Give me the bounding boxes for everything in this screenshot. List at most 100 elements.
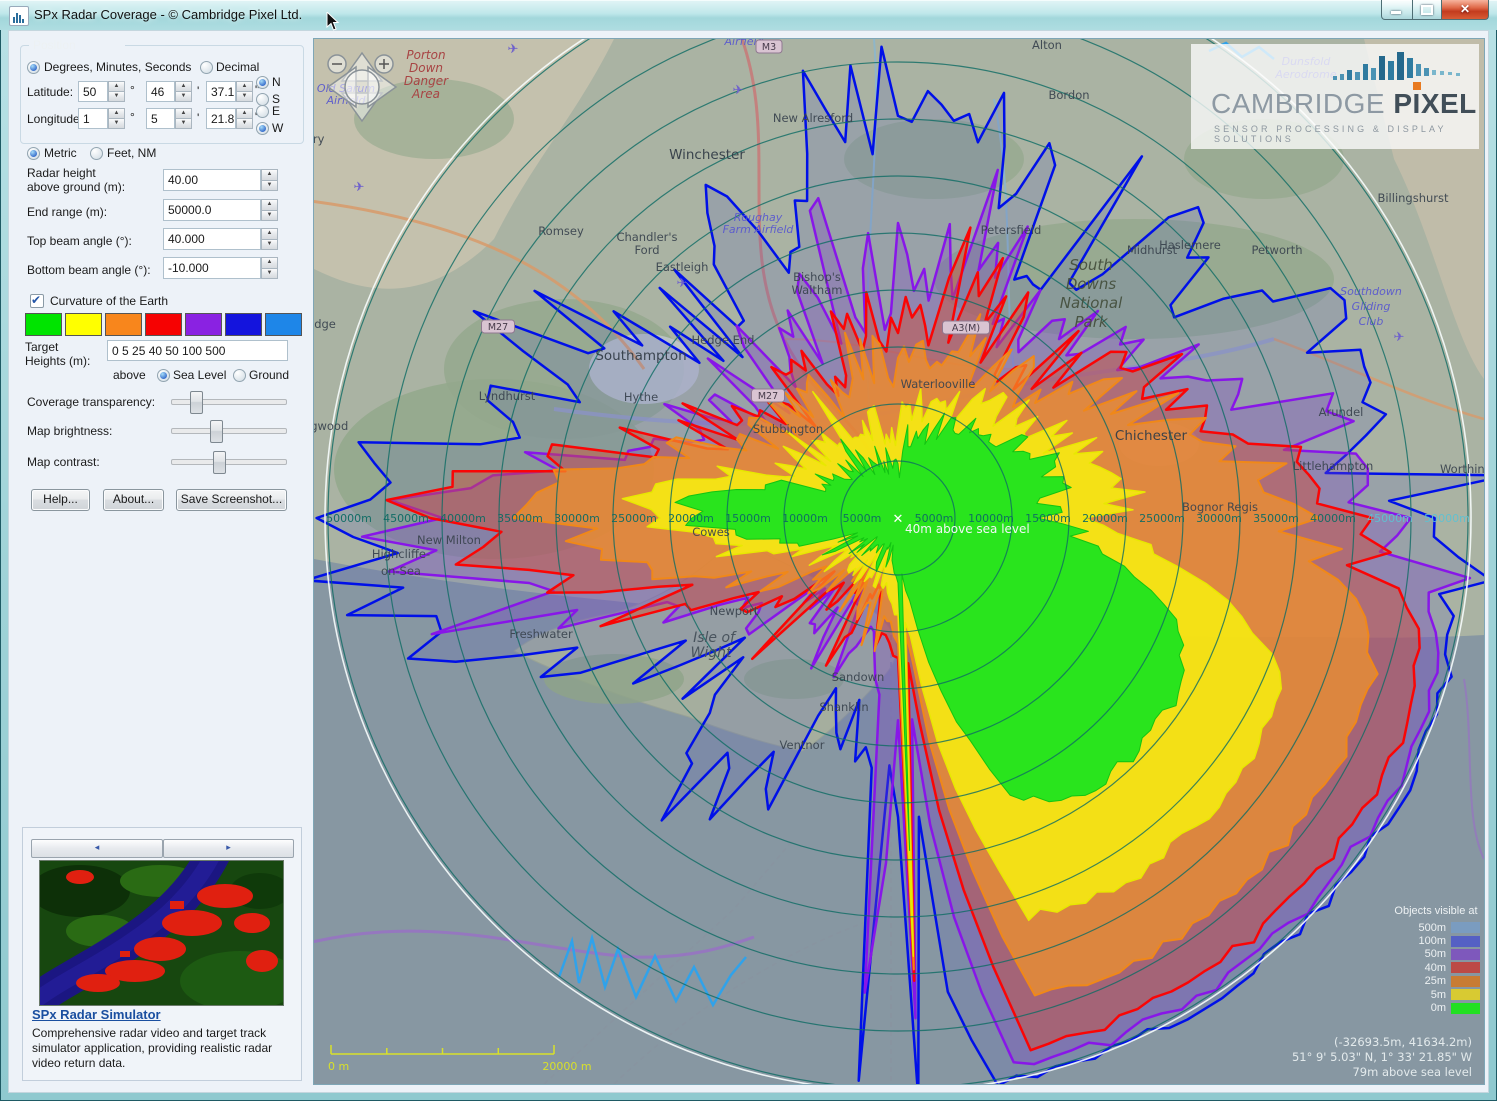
longitude-deg-spinner[interactable]: ▲▼ <box>108 108 125 129</box>
about-button[interactable]: About... <box>103 489 164 511</box>
sea-level-radio[interactable] <box>157 369 170 382</box>
range-ring-label: 20000m <box>668 512 714 525</box>
top-beam-label: Top beam angle (°): <box>27 234 132 248</box>
sea-level-label[interactable]: Sea Level <box>173 368 226 382</box>
top-beam-spinner[interactable]: ▲▼ <box>261 228 278 250</box>
end-range-spinner[interactable]: ▲▼ <box>261 199 278 221</box>
range-ring-label: 15000m <box>725 512 771 525</box>
map-place-label: Club <box>1359 315 1384 328</box>
ground-label[interactable]: Ground <box>249 368 289 382</box>
save-screenshot-button[interactable]: Save Screenshot... <box>176 489 287 511</box>
map-place-label: Wight <box>691 645 732 661</box>
coverage-transparency-label: Coverage transparency: <box>27 395 155 409</box>
slider-thumb[interactable] <box>210 420 223 443</box>
close-button[interactable] <box>1442 0 1489 20</box>
app-window: SPx Radar Coverage - © Cambridge Pixel L… <box>0 0 1497 1101</box>
map-place-label: Porton <box>406 48 445 62</box>
color-swatch[interactable] <box>225 313 262 336</box>
range-ring-label: 25000m <box>611 512 657 525</box>
maximize-button[interactable] <box>1413 0 1442 20</box>
promo-next-button[interactable]: ▸ <box>163 839 294 858</box>
radar-coverage-map[interactable]: 5000m10000m15000m20000m25000m30000m35000… <box>314 39 1484 1084</box>
coverage-transparency-slider[interactable] <box>171 399 287 405</box>
map-place-label: Ringwood <box>314 419 348 433</box>
radar-height-input[interactable]: 40.00 <box>163 169 261 191</box>
help-button[interactable]: Help... <box>31 489 90 511</box>
position-legend: Position <box>29 38 125 52</box>
map-place-label: Hythe <box>624 390 658 404</box>
color-swatch[interactable] <box>25 313 62 336</box>
color-swatch[interactable] <box>65 313 102 336</box>
dms-label[interactable]: Degrees, Minutes, Seconds <box>44 60 191 74</box>
map-place-label: Lyndhurst <box>479 389 536 403</box>
range-ring-label: 40000m <box>1310 512 1356 525</box>
bottom-beam-input[interactable]: -10.000 <box>163 257 261 279</box>
ground-radio[interactable] <box>233 369 246 382</box>
color-swatch[interactable] <box>265 313 302 336</box>
map-contrast-slider[interactable] <box>171 459 287 465</box>
longitude-sec-spinner[interactable]: ▲▼ <box>236 108 253 129</box>
map-place-label: Romsey <box>538 224 584 238</box>
west-label[interactable]: W <box>272 121 283 135</box>
map-viewport[interactable]: 5000m10000m15000m20000m25000m30000m35000… <box>313 38 1485 1085</box>
longitude-sec-input[interactable]: 21.8 <box>206 108 236 129</box>
latitude-sec-spinner[interactable]: ▲▼ <box>236 81 253 102</box>
latitude-min-input[interactable]: 46 <box>146 81 175 102</box>
color-swatch[interactable] <box>185 313 222 336</box>
map-place-label: Waterlooville <box>901 377 976 391</box>
feet-nm-radio[interactable] <box>90 147 103 160</box>
promo-thumbnail <box>39 860 284 1006</box>
map-place-label: Freshwater <box>509 627 573 641</box>
radar-height-spinner[interactable]: ▲▼ <box>261 169 278 191</box>
north-label[interactable]: N <box>272 75 281 89</box>
metric-radio[interactable] <box>27 147 40 160</box>
latitude-sec-input[interactable]: 37.1 <box>206 81 236 102</box>
metric-label[interactable]: Metric <box>44 146 77 160</box>
east-radio[interactable] <box>256 105 269 118</box>
curvature-label[interactable]: Curvature of the Earth <box>50 294 168 308</box>
spx-simulator-link[interactable]: SPx Radar Simulator <box>32 1007 161 1022</box>
target-heights-input[interactable]: 0 5 25 40 50 100 500 <box>107 340 288 361</box>
map-place-label: Gliding <box>1352 300 1391 313</box>
latitude-min-spinner[interactable]: ▲▼ <box>175 81 192 102</box>
decimal-label[interactable]: Decimal <box>216 60 259 74</box>
scale-left-label: 0 m <box>328 1060 349 1073</box>
range-ring-label: 35000m <box>1253 512 1299 525</box>
map-place-label: Highcliffe- <box>372 547 430 561</box>
bottom-beam-spinner[interactable]: ▲▼ <box>261 257 278 279</box>
longitude-min-input[interactable]: 5 <box>146 108 175 129</box>
slider-thumb[interactable] <box>190 391 203 414</box>
top-beam-input[interactable]: 40.000 <box>163 228 261 250</box>
latitude-deg-spinner[interactable]: ▲▼ <box>108 81 125 102</box>
color-swatch[interactable] <box>145 313 182 336</box>
minimize-button[interactable] <box>1381 0 1413 20</box>
airport-icon: ✈ <box>508 42 519 57</box>
latitude-label: Latitude: <box>27 85 73 99</box>
visibility-legend: Objects visible at 500m100m50m40m25m5m0m <box>1392 905 1480 1015</box>
slider-thumb[interactable] <box>213 451 226 474</box>
dms-radio[interactable] <box>27 61 40 74</box>
color-swatch[interactable] <box>105 313 142 336</box>
map-brightness-slider[interactable] <box>171 428 287 434</box>
north-radio[interactable] <box>256 76 269 89</box>
feet-nm-label[interactable]: Feet, NM <box>107 146 156 160</box>
longitude-deg-input[interactable]: 1 <box>78 108 108 129</box>
longitude-min-spinner[interactable]: ▲▼ <box>175 108 192 129</box>
map-place-label: Ventnor <box>780 738 825 752</box>
end-range-input[interactable]: 50000.0 <box>163 199 261 221</box>
curvature-checkbox[interactable] <box>30 294 44 308</box>
radar-height-label: Radar height above ground (m): <box>27 166 125 194</box>
pan-center[interactable] <box>345 70 379 104</box>
scale-right-label: 20000 m <box>542 1060 591 1073</box>
map-place-label: Petworth <box>1251 243 1302 257</box>
target-heights-label: Target Heights (m): <box>25 340 90 368</box>
title-bar[interactable]: SPx Radar Coverage - © Cambridge Pixel L… <box>0 0 1497 30</box>
latitude-deg-input[interactable]: 50 <box>78 81 108 102</box>
map-place-label: Southampton <box>595 348 686 364</box>
west-radio[interactable] <box>256 122 269 135</box>
map-place-label: New Alresford <box>773 111 853 125</box>
decimal-radio[interactable] <box>200 61 213 74</box>
east-label[interactable]: E <box>272 104 280 118</box>
promo-prev-button[interactable]: ◂ <box>31 839 163 858</box>
map-place-label: Bishop's <box>793 270 841 284</box>
